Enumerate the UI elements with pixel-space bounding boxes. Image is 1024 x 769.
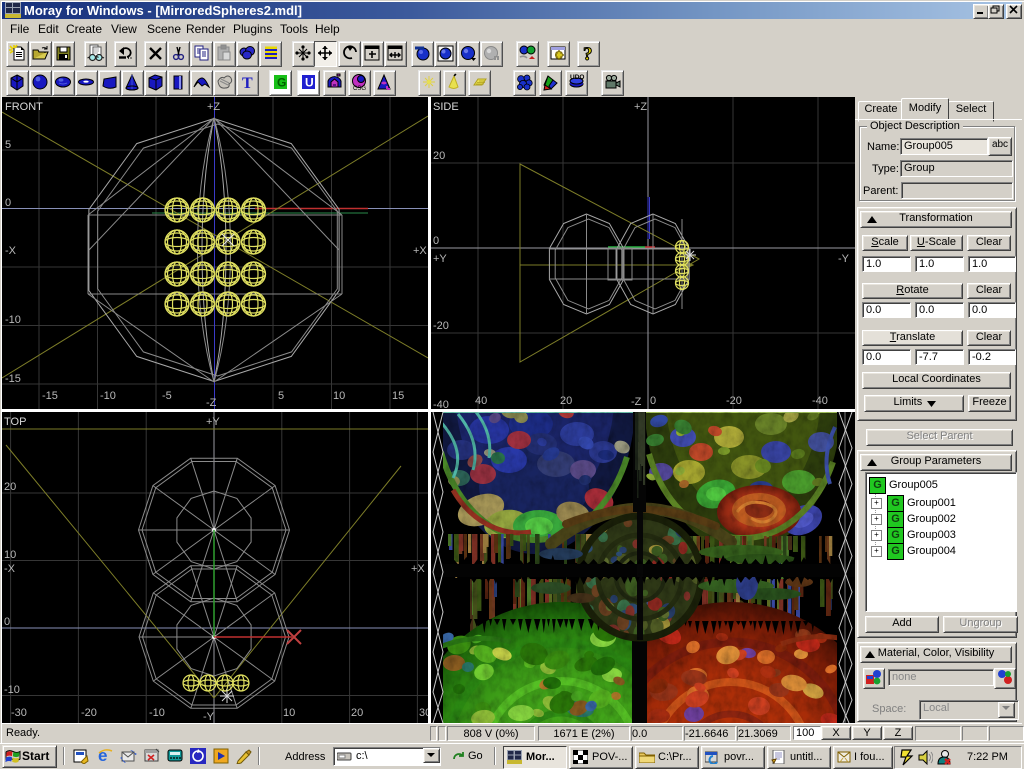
svg-text:-Y: -Y bbox=[838, 253, 850, 265]
svg-text:-20: -20 bbox=[81, 707, 97, 719]
svg-text:0: 0 bbox=[650, 395, 656, 407]
svg-text:-Y: -Y bbox=[203, 711, 215, 723]
svg-text:10: 10 bbox=[283, 707, 295, 719]
svg-text:-20: -20 bbox=[726, 395, 742, 407]
svg-text:-40: -40 bbox=[812, 395, 828, 407]
svg-text:10: 10 bbox=[333, 390, 345, 402]
svg-text:-Z: -Z bbox=[631, 396, 642, 408]
svg-text:+Z: +Z bbox=[634, 101, 647, 113]
svg-text:T: T bbox=[242, 75, 253, 92]
svg-text:U: U bbox=[305, 76, 314, 90]
svg-text:UDO: UDO bbox=[570, 74, 584, 81]
svg-text:20: 20 bbox=[4, 481, 16, 493]
svg-text:?: ? bbox=[583, 44, 593, 63]
svg-text:SIDE: SIDE bbox=[433, 101, 459, 113]
svg-text:-Z: -Z bbox=[206, 397, 217, 409]
svg-text:20: 20 bbox=[560, 395, 572, 407]
svg-text:+Y: +Y bbox=[433, 253, 447, 265]
svg-text:-10: -10 bbox=[100, 390, 116, 402]
svg-text:+Y: +Y bbox=[206, 416, 220, 428]
svg-text:-10: -10 bbox=[5, 314, 21, 326]
svg-text:5: 5 bbox=[5, 139, 11, 151]
svg-text:-30: -30 bbox=[11, 707, 27, 719]
svg-text:CSG: CSG bbox=[353, 86, 366, 92]
svg-text:20: 20 bbox=[433, 150, 445, 162]
svg-text:0: 0 bbox=[433, 235, 439, 247]
svg-text:-5: -5 bbox=[162, 390, 172, 402]
svg-text:-20: -20 bbox=[433, 320, 449, 332]
svg-text:0: 0 bbox=[4, 616, 10, 628]
svg-text:G: G bbox=[277, 76, 286, 90]
svg-text:-10: -10 bbox=[4, 684, 20, 696]
svg-text:30: 30 bbox=[419, 707, 428, 719]
svg-text:+Z: +Z bbox=[207, 101, 220, 113]
svg-text:-15: -15 bbox=[42, 390, 58, 402]
svg-text:-X: -X bbox=[4, 563, 16, 575]
svg-text:-10: -10 bbox=[149, 707, 165, 719]
svg-text:0: 0 bbox=[5, 197, 11, 209]
svg-text:40: 40 bbox=[475, 395, 487, 407]
svg-text:TOP: TOP bbox=[4, 416, 26, 428]
svg-text:10: 10 bbox=[4, 549, 16, 561]
svg-text:15: 15 bbox=[392, 390, 404, 402]
svg-text:20: 20 bbox=[351, 707, 363, 719]
svg-text:-X: -X bbox=[5, 245, 17, 257]
svg-text:-40: -40 bbox=[433, 399, 449, 409]
svg-text:FRONT: FRONT bbox=[5, 101, 43, 113]
svg-text:+X: +X bbox=[411, 563, 425, 575]
svg-text:5: 5 bbox=[278, 390, 284, 402]
svg-text:+X: +X bbox=[413, 245, 427, 257]
svg-text:-15: -15 bbox=[5, 373, 21, 385]
